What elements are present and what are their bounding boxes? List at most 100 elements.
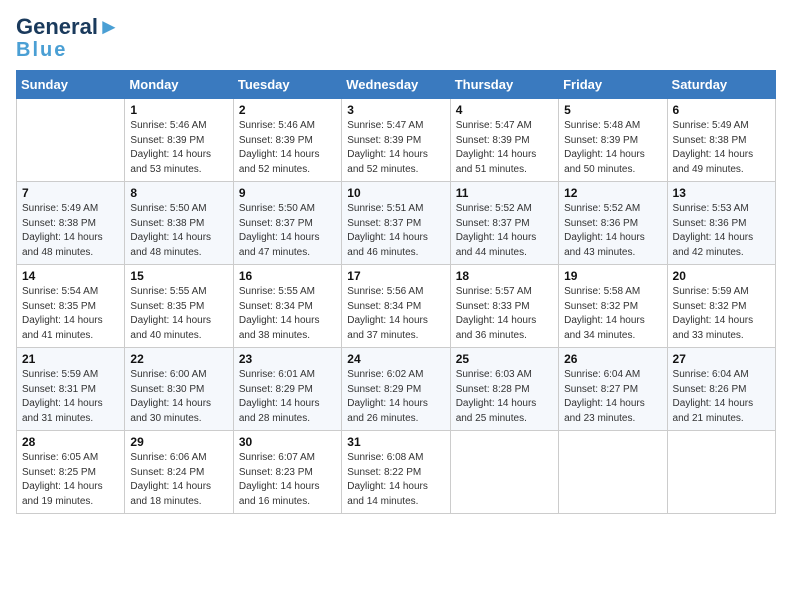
day-number: 28 xyxy=(22,435,119,449)
day-number: 26 xyxy=(564,352,661,366)
day-number: 4 xyxy=(456,103,553,117)
calendar-day-cell xyxy=(450,431,558,514)
calendar-day-cell xyxy=(559,431,667,514)
day-number: 16 xyxy=(239,269,336,283)
day-info: Sunrise: 5:50 AMSunset: 8:37 PMDaylight:… xyxy=(239,202,336,260)
logo-arrow-icon: ► xyxy=(98,14,120,39)
calendar-day-cell: 4 Sunrise: 5:47 AMSunset: 8:39 PMDaylight… xyxy=(450,99,558,182)
day-info: Sunrise: 6:03 AMSunset: 8:28 PMDaylight:… xyxy=(456,368,553,426)
calendar-day-cell: 20Sunrise: 5:59 AMSunset: 8:32 PMDayligh… xyxy=(667,265,775,348)
calendar-day-cell: 29 Sunrise: 6:06 AMSunset: 8:24 PMDayligh… xyxy=(125,431,233,514)
day-info: Sunrise: 5:47 AMSunset: 8:39 PMDaylight:… xyxy=(456,119,553,177)
weekday-header: Thursday xyxy=(450,71,558,99)
calendar-table: SundayMondayTuesdayWednesdayThursdayFrid… xyxy=(16,70,776,514)
calendar-day-cell: 21 Sunrise: 5:59 AMSunset: 8:31 PMDayligh… xyxy=(17,348,125,431)
day-info: Sunrise: 5:59 AMSunset: 8:31 PMDaylight:… xyxy=(22,368,119,426)
day-info: Sunrise: 6:06 AMSunset: 8:24 PMDaylight:… xyxy=(130,451,227,509)
calendar-day-cell: 24 Sunrise: 6:02 AMSunset: 8:29 PMDayligh… xyxy=(342,348,450,431)
day-number: 8 xyxy=(130,186,227,200)
logo-text: General► Blue xyxy=(16,16,120,60)
day-info: Sunrise: 5:51 AMSunset: 8:37 PMDaylight:… xyxy=(347,202,444,260)
day-info: Sunrise: 5:56 AMSunset: 8:34 PMDaylight:… xyxy=(347,285,444,343)
calendar-day-cell: 28 Sunrise: 6:05 AMSunset: 8:25 PMDayligh… xyxy=(17,431,125,514)
calendar-day-cell: 6 Sunrise: 5:49 AMSunset: 8:38 PMDaylight… xyxy=(667,99,775,182)
day-number: 5 xyxy=(564,103,661,117)
day-info: Sunrise: 5:49 AMSunset: 8:38 PMDaylight:… xyxy=(673,119,770,177)
day-number: 10 xyxy=(347,186,444,200)
logo-general-text: General xyxy=(16,14,98,39)
day-info: Sunrise: 5:55 AMSunset: 8:34 PMDaylight:… xyxy=(239,285,336,343)
day-number: 31 xyxy=(347,435,444,449)
day-number: 12 xyxy=(564,186,661,200)
calendar-week-row: 21 Sunrise: 5:59 AMSunset: 8:31 PMDayligh… xyxy=(17,348,776,431)
day-info: Sunrise: 5:53 AMSunset: 8:36 PMDaylight:… xyxy=(673,202,770,260)
day-number: 13 xyxy=(673,186,770,200)
day-info: Sunrise: 5:47 AMSunset: 8:39 PMDaylight:… xyxy=(347,119,444,177)
day-number: 19 xyxy=(564,269,661,283)
calendar-week-row: 7Sunrise: 5:49 AMSunset: 8:38 PMDaylight… xyxy=(17,182,776,265)
day-number: 29 xyxy=(130,435,227,449)
day-info: Sunrise: 6:05 AMSunset: 8:25 PMDaylight:… xyxy=(22,451,119,509)
calendar-day-cell: 2 Sunrise: 5:46 AMSunset: 8:39 PMDaylight… xyxy=(233,99,341,182)
day-number: 21 xyxy=(22,352,119,366)
day-info: Sunrise: 5:58 AMSunset: 8:32 PMDaylight:… xyxy=(564,285,661,343)
weekday-header: Sunday xyxy=(17,71,125,99)
calendar-day-cell: 3Sunrise: 5:47 AMSunset: 8:39 PMDaylight… xyxy=(342,99,450,182)
calendar-day-cell: 17 Sunrise: 5:56 AMSunset: 8:34 PMDayligh… xyxy=(342,265,450,348)
weekday-header: Tuesday xyxy=(233,71,341,99)
day-info: Sunrise: 6:01 AMSunset: 8:29 PMDaylight:… xyxy=(239,368,336,426)
day-info: Sunrise: 6:07 AMSunset: 8:23 PMDaylight:… xyxy=(239,451,336,509)
weekday-header: Monday xyxy=(125,71,233,99)
day-info: Sunrise: 5:57 AMSunset: 8:33 PMDaylight:… xyxy=(456,285,553,343)
day-info: Sunrise: 5:52 AMSunset: 8:36 PMDaylight:… xyxy=(564,202,661,260)
day-number: 22 xyxy=(130,352,227,366)
day-number: 7 xyxy=(22,186,119,200)
calendar-day-cell: 23Sunrise: 6:01 AMSunset: 8:29 PMDayligh… xyxy=(233,348,341,431)
calendar-day-cell: 10 Sunrise: 5:51 AMSunset: 8:37 PMDayligh… xyxy=(342,182,450,265)
calendar-week-row: 14 Sunrise: 5:54 AMSunset: 8:35 PMDayligh… xyxy=(17,265,776,348)
calendar-header-row: SundayMondayTuesdayWednesdayThursdayFrid… xyxy=(17,71,776,99)
weekday-header: Wednesday xyxy=(342,71,450,99)
day-info: Sunrise: 5:46 AMSunset: 8:39 PMDaylight:… xyxy=(130,119,227,177)
calendar-day-cell: 19 Sunrise: 5:58 AMSunset: 8:32 PMDayligh… xyxy=(559,265,667,348)
day-number: 14 xyxy=(22,269,119,283)
calendar-day-cell: 1Sunrise: 5:46 AMSunset: 8:39 PMDaylight… xyxy=(125,99,233,182)
day-number: 30 xyxy=(239,435,336,449)
day-info: Sunrise: 5:46 AMSunset: 8:39 PMDaylight:… xyxy=(239,119,336,177)
logo-blue-word: Blue xyxy=(16,39,67,61)
calendar-day-cell: 15 Sunrise: 5:55 AMSunset: 8:35 PMDayligh… xyxy=(125,265,233,348)
calendar-day-cell: 31 Sunrise: 6:08 AMSunset: 8:22 PMDayligh… xyxy=(342,431,450,514)
calendar-day-cell: 25Sunrise: 6:03 AMSunset: 8:28 PMDayligh… xyxy=(450,348,558,431)
day-number: 9 xyxy=(239,186,336,200)
calendar-day-cell: 12 Sunrise: 5:52 AMSunset: 8:36 PMDayligh… xyxy=(559,182,667,265)
calendar-day-cell xyxy=(17,99,125,182)
day-info: Sunrise: 6:08 AMSunset: 8:22 PMDaylight:… xyxy=(347,451,444,509)
calendar-day-cell: 27Sunrise: 6:04 AMSunset: 8:26 PMDayligh… xyxy=(667,348,775,431)
calendar-day-cell: 7Sunrise: 5:49 AMSunset: 8:38 PMDaylight… xyxy=(17,182,125,265)
day-info: Sunrise: 6:00 AMSunset: 8:30 PMDaylight:… xyxy=(130,368,227,426)
logo: General► Blue xyxy=(16,16,120,60)
day-number: 11 xyxy=(456,186,553,200)
calendar-day-cell: 30 Sunrise: 6:07 AMSunset: 8:23 PMDayligh… xyxy=(233,431,341,514)
calendar-day-cell: 16 Sunrise: 5:55 AMSunset: 8:34 PMDayligh… xyxy=(233,265,341,348)
day-info: Sunrise: 6:02 AMSunset: 8:29 PMDaylight:… xyxy=(347,368,444,426)
page-header: General► Blue xyxy=(16,16,776,60)
day-info: Sunrise: 6:04 AMSunset: 8:26 PMDaylight:… xyxy=(673,368,770,426)
calendar-day-cell: 22 Sunrise: 6:00 AMSunset: 8:30 PMDayligh… xyxy=(125,348,233,431)
day-info: Sunrise: 6:04 AMSunset: 8:27 PMDaylight:… xyxy=(564,368,661,426)
day-info: Sunrise: 5:59 AMSunset: 8:32 PMDaylight:… xyxy=(673,285,770,343)
day-info: Sunrise: 5:54 AMSunset: 8:35 PMDaylight:… xyxy=(22,285,119,343)
day-number: 24 xyxy=(347,352,444,366)
calendar-day-cell: 13 Sunrise: 5:53 AMSunset: 8:36 PMDayligh… xyxy=(667,182,775,265)
day-info: Sunrise: 5:55 AMSunset: 8:35 PMDaylight:… xyxy=(130,285,227,343)
day-number: 6 xyxy=(673,103,770,117)
day-number: 2 xyxy=(239,103,336,117)
day-number: 15 xyxy=(130,269,227,283)
calendar-day-cell: 5Sunrise: 5:48 AMSunset: 8:39 PMDaylight… xyxy=(559,99,667,182)
day-number: 17 xyxy=(347,269,444,283)
calendar-day-cell: 18 Sunrise: 5:57 AMSunset: 8:33 PMDayligh… xyxy=(450,265,558,348)
day-info: Sunrise: 5:50 AMSunset: 8:38 PMDaylight:… xyxy=(130,202,227,260)
calendar-day-cell: 8 Sunrise: 5:50 AMSunset: 8:38 PMDaylight… xyxy=(125,182,233,265)
day-number: 18 xyxy=(456,269,553,283)
calendar-day-cell: 9 Sunrise: 5:50 AMSunset: 8:37 PMDaylight… xyxy=(233,182,341,265)
